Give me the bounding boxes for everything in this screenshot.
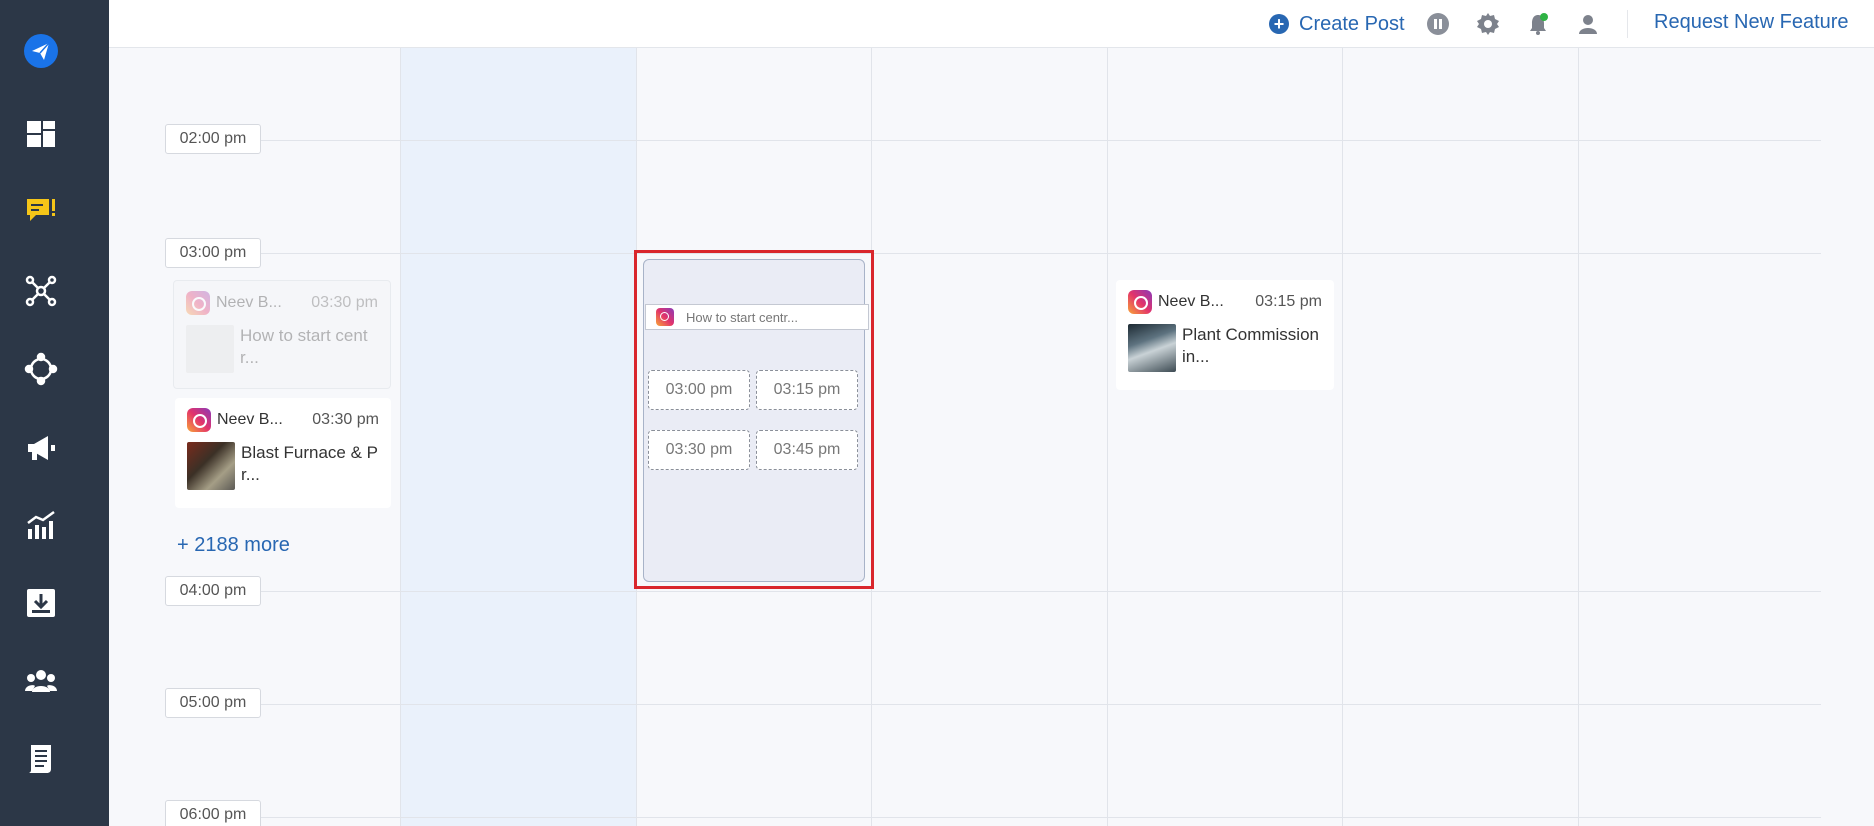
- column-divider: [1342, 48, 1343, 826]
- hour-line: [167, 591, 1821, 592]
- column-divider: [1107, 48, 1108, 826]
- team-icon[interactable]: [18, 658, 64, 704]
- download-icon[interactable]: [18, 580, 64, 626]
- bell-icon[interactable]: [1524, 10, 1552, 38]
- reports-icon[interactable]: [18, 736, 64, 782]
- inbox-icon[interactable]: [18, 188, 64, 234]
- time-label: 04:00 pm: [165, 576, 261, 606]
- campaign-icon[interactable]: [18, 425, 64, 471]
- request-feature-link[interactable]: Request New Feature: [1654, 11, 1849, 34]
- time-slot[interactable]: 03:30 pm: [648, 430, 750, 470]
- network-icon[interactable]: [18, 268, 64, 314]
- post-time: 03:15 pm: [1255, 293, 1322, 310]
- gear-icon[interactable]: [1474, 10, 1502, 38]
- time-label: 05:00 pm: [165, 688, 261, 718]
- listening-icon[interactable]: [18, 346, 64, 392]
- post-time: 03:30 pm: [312, 411, 379, 428]
- post-thumbnail: [187, 442, 235, 490]
- post-card[interactable]: Neev B... 03:30 pm Blast Furnace & P r..…: [175, 398, 391, 508]
- column-divider: [1578, 48, 1579, 826]
- plus-icon: +: [1269, 14, 1289, 34]
- post-account: Neev B...: [1158, 293, 1224, 310]
- more-posts-link[interactable]: + 2188 more: [177, 534, 290, 557]
- instagram-icon: [187, 408, 211, 432]
- sidebar: [0, 0, 109, 826]
- analytics-icon[interactable]: [18, 503, 64, 549]
- time-slot[interactable]: 03:00 pm: [648, 370, 750, 410]
- divider: [1627, 10, 1628, 38]
- instagram-icon: [1128, 290, 1152, 314]
- post-card-ghost[interactable]: Neev B... 03:30 pm How to start cent r..…: [173, 280, 391, 389]
- hour-line: [167, 817, 1821, 818]
- time-label: 03:00 pm: [165, 238, 261, 268]
- instagram-icon: [186, 291, 210, 315]
- time-label: 06:00 pm: [165, 800, 261, 826]
- time-slot[interactable]: 03:45 pm: [756, 430, 858, 470]
- today-column: [400, 48, 636, 826]
- create-post-label: Create Post: [1299, 12, 1405, 35]
- post-account: Neev B...: [216, 294, 282, 311]
- create-post-button[interactable]: + Create Post: [1269, 10, 1405, 38]
- hour-line: [167, 140, 1821, 141]
- dragged-post-title: How to start centr...: [686, 309, 798, 325]
- logo-icon[interactable]: [18, 28, 64, 74]
- top-bar: + Create Post Request New Feature: [109, 0, 1874, 48]
- dashboard-icon[interactable]: [18, 111, 64, 157]
- post-title: Plant Commission in...: [1182, 325, 1319, 366]
- post-thumbnail: [186, 325, 234, 373]
- time-label: 02:00 pm: [165, 124, 261, 154]
- dragged-post-chip[interactable]: How to start centr...: [645, 304, 869, 330]
- post-title: How to start cent r...: [240, 326, 368, 367]
- post-card[interactable]: Neev B... 03:15 pm Plant Commission in..…: [1116, 280, 1334, 390]
- post-time: 03:30 pm: [311, 294, 378, 311]
- user-icon[interactable]: [1574, 10, 1602, 38]
- hour-line: [167, 704, 1821, 705]
- pause-icon[interactable]: [1424, 10, 1452, 38]
- post-account: Neev B...: [217, 411, 283, 428]
- post-title: Blast Furnace & P r...: [241, 443, 378, 484]
- post-thumbnail: [1128, 324, 1176, 372]
- instagram-icon: [656, 308, 674, 326]
- time-slot[interactable]: 03:15 pm: [756, 370, 858, 410]
- hour-line: [167, 253, 1821, 254]
- column-divider: [400, 48, 401, 826]
